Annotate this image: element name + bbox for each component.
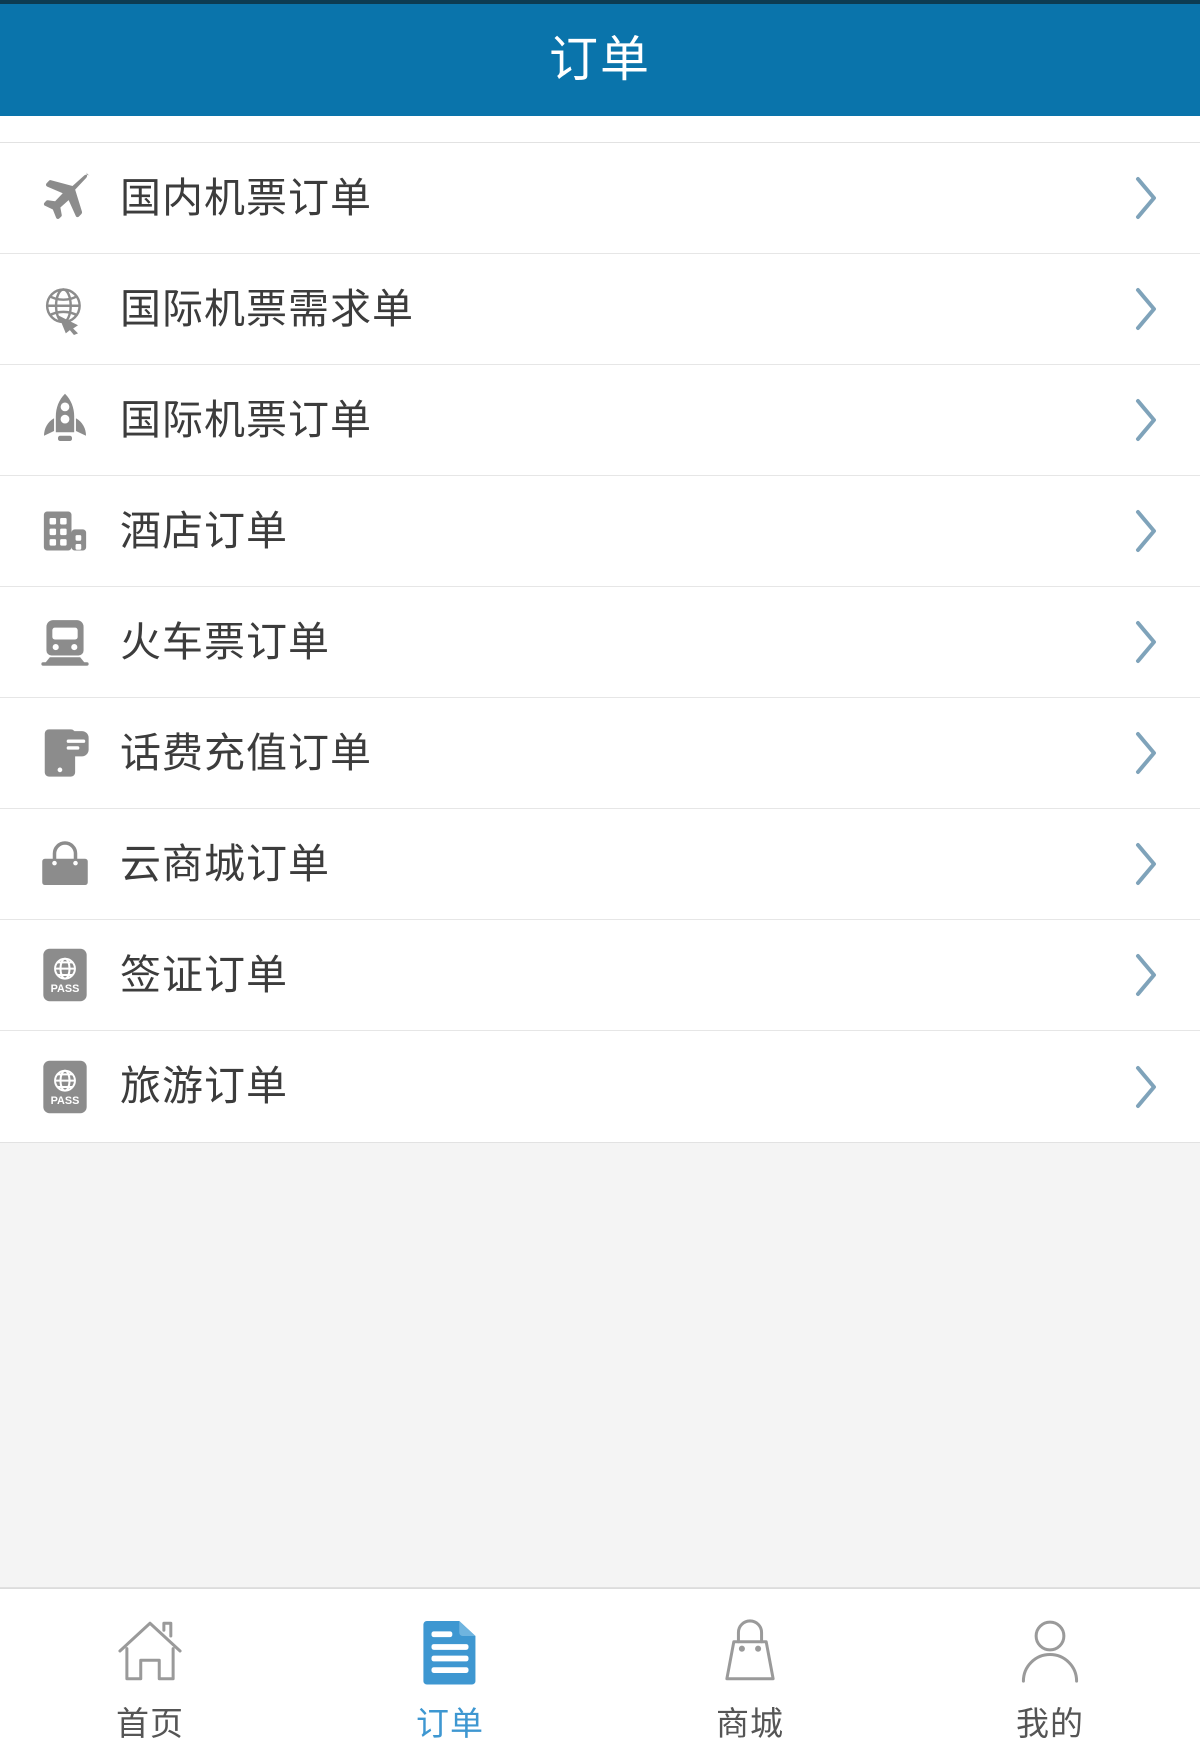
airplane-icon	[34, 167, 96, 229]
svg-text:PASS: PASS	[51, 1095, 80, 1107]
list-item-label: 云商城订单	[120, 840, 330, 887]
list-item-train-ticket-orders[interactable]: 火车票订单	[0, 587, 1200, 698]
empty-space	[0, 1143, 1200, 1588]
page-title: 订单	[548, 32, 651, 87]
list-item-cloud-mall-orders[interactable]: 云商城订单	[0, 809, 1200, 920]
tab-label: 我的	[1016, 1704, 1084, 1742]
tab-mall[interactable]: 商城	[600, 1589, 900, 1750]
list-item-label: 话费充值订单	[120, 729, 372, 776]
globe-arrow-icon	[34, 278, 96, 340]
list-item-label: 火车票订单	[120, 618, 330, 665]
app-screen: 订单 国内机票订单 国际机票需求单 国际机票订单 酒店订单 火车票订单 话费充值…	[0, 0, 1200, 1750]
passport-icon: PASS	[34, 1056, 96, 1118]
tab-orders[interactable]: 订单	[300, 1589, 600, 1750]
train-icon	[34, 611, 96, 673]
chevron-right-icon	[1126, 170, 1166, 226]
page-header: 订单	[0, 4, 1200, 116]
bottom-tab-bar: 首页 订单 商城 我的	[0, 1588, 1200, 1750]
passport-icon: PASS	[34, 944, 96, 1006]
list-item-phone-recharge-orders[interactable]: 话费充值订单	[0, 698, 1200, 809]
svg-text:PASS: PASS	[51, 983, 80, 995]
list-item-hotel-orders[interactable]: 酒店订单	[0, 476, 1200, 587]
person-icon	[1007, 1608, 1093, 1694]
list-item-travel-orders[interactable]: PASS 旅游订单	[0, 1031, 1200, 1142]
list-item-label: 签证订单	[120, 951, 288, 998]
chevron-right-icon	[1126, 947, 1166, 1003]
home-icon	[107, 1608, 193, 1694]
tab-home[interactable]: 首页	[0, 1589, 300, 1750]
list-item-international-flight-orders[interactable]: 国际机票订单	[0, 365, 1200, 476]
tab-label: 订单	[416, 1704, 484, 1742]
content-area: 国内机票订单 国际机票需求单 国际机票订单 酒店订单 火车票订单 话费充值订单 …	[0, 116, 1200, 1588]
list-item-label: 旅游订单	[120, 1063, 288, 1109]
list-item-international-flight-request[interactable]: 国际机票需求单	[0, 254, 1200, 365]
list-item-label: 国际机票订单	[120, 396, 372, 443]
rocket-icon	[34, 389, 96, 451]
chevron-right-icon	[1126, 614, 1166, 670]
list-item-label: 酒店订单	[120, 507, 288, 554]
list-item-visa-orders[interactable]: PASS 签证订单	[0, 920, 1200, 1031]
chevron-right-icon	[1126, 392, 1166, 448]
list-item-domestic-flight-orders[interactable]: 国内机票订单	[0, 143, 1200, 254]
chevron-right-icon	[1126, 725, 1166, 781]
list-item-label: 国内机票订单	[120, 174, 372, 221]
chevron-right-icon	[1126, 503, 1166, 559]
chevron-right-icon	[1126, 1059, 1166, 1115]
orders-document-icon	[407, 1608, 493, 1694]
tab-mine[interactable]: 我的	[900, 1589, 1200, 1750]
tab-label: 首页	[116, 1704, 184, 1742]
order-category-list: 国内机票订单 国际机票需求单 国际机票订单 酒店订单 火车票订单 话费充值订单 …	[0, 142, 1200, 1143]
handbag-icon	[34, 833, 96, 895]
shopping-bag-icon	[707, 1608, 793, 1694]
chevron-right-icon	[1126, 836, 1166, 892]
list-top-spacer	[0, 116, 1200, 142]
building-icon	[34, 500, 96, 562]
phone-message-icon	[34, 722, 96, 784]
list-item-label: 国际机票需求单	[120, 285, 414, 332]
chevron-right-icon	[1126, 281, 1166, 337]
tab-label: 商城	[716, 1704, 784, 1742]
